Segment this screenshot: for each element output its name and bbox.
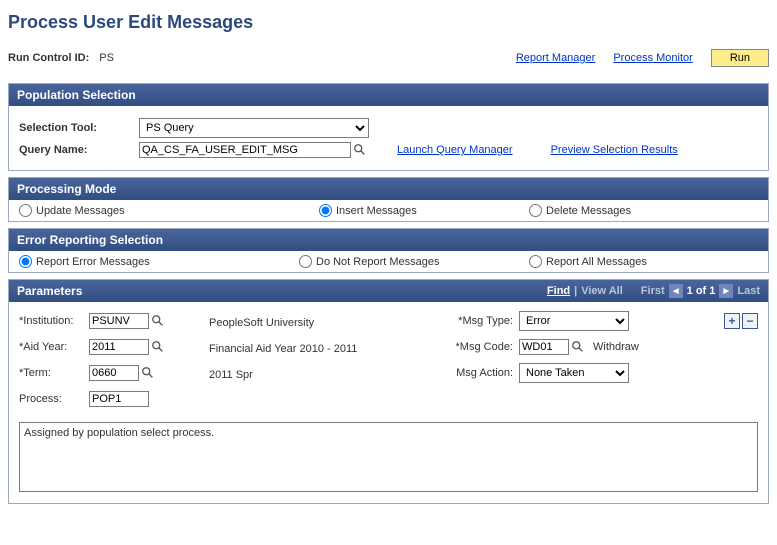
process-input[interactable]: [89, 391, 149, 407]
msg-type-label: *Msg Type:: [439, 315, 519, 327]
report-all-messages-label: Report All Messages: [546, 256, 647, 268]
msg-action-label: Msg Action:: [439, 367, 519, 379]
add-row-icon[interactable]: +: [724, 313, 740, 329]
msg-code-lookup-icon[interactable]: [571, 340, 585, 354]
institution-label: *Institution:: [19, 315, 89, 327]
msg-code-label: *Msg Code:: [439, 341, 519, 353]
institution-lookup-icon[interactable]: [151, 314, 165, 328]
run-button[interactable]: Run: [711, 49, 769, 67]
delete-messages-radio[interactable]: [529, 204, 542, 217]
msg-code-input[interactable]: [519, 339, 569, 355]
processing-mode-panel: Processing Mode Update Messages Insert M…: [8, 177, 769, 222]
delete-row-icon[interactable]: −: [742, 313, 758, 329]
report-all-messages-radio[interactable]: [529, 255, 542, 268]
selection-tool-label: Selection Tool:: [19, 122, 139, 134]
parameters-header-text: Parameters: [17, 284, 82, 298]
term-lookup-icon[interactable]: [141, 366, 155, 380]
population-selection-panel: Population Selection Selection Tool: PS …: [8, 83, 769, 171]
processing-mode-header: Processing Mode: [9, 178, 768, 200]
last-label: Last: [737, 285, 760, 297]
aid-year-desc: Financial Aid Year 2010 - 2011: [209, 343, 357, 355]
report-error-messages-radio[interactable]: [19, 255, 32, 268]
nav-separator: |: [574, 285, 577, 297]
msg-action-select[interactable]: None Taken: [519, 363, 629, 383]
view-all-link: View All: [581, 285, 623, 297]
delete-messages-label: Delete Messages: [546, 205, 631, 217]
report-error-messages-label: Report Error Messages: [36, 256, 150, 268]
insert-messages-radio[interactable]: [319, 204, 332, 217]
process-label: Process:: [19, 393, 89, 405]
find-link[interactable]: Find: [547, 285, 570, 297]
parameters-panel: Parameters Find | View All First ◄ 1 of …: [8, 279, 769, 504]
aid-year-input[interactable]: [89, 339, 149, 355]
next-row-icon[interactable]: ►: [719, 284, 733, 298]
insert-messages-label: Insert Messages: [336, 205, 417, 217]
do-not-report-messages-label: Do Not Report Messages: [316, 256, 440, 268]
msg-type-select[interactable]: Error: [519, 311, 629, 331]
first-label: First: [641, 285, 665, 297]
do-not-report-messages-radio[interactable]: [299, 255, 312, 268]
query-name-lookup-icon[interactable]: [353, 143, 367, 157]
query-name-label: Query Name:: [19, 144, 139, 156]
preview-selection-results-link[interactable]: Preview Selection Results: [551, 144, 678, 156]
page-title: Process User Edit Messages: [8, 12, 769, 33]
aid-year-label: *Aid Year:: [19, 341, 89, 353]
run-control-row: Run Control ID: PS Report Manager Proces…: [8, 49, 769, 67]
error-reporting-header: Error Reporting Selection: [9, 229, 768, 251]
aid-year-lookup-icon[interactable]: [151, 340, 165, 354]
run-control-label: Run Control ID:: [8, 52, 89, 64]
selection-tool-select[interactable]: PS Query: [139, 118, 369, 138]
update-messages-radio[interactable]: [19, 204, 32, 217]
query-name-input[interactable]: [139, 142, 351, 158]
process-monitor-link[interactable]: Process Monitor: [613, 52, 692, 64]
parameters-header: Parameters Find | View All First ◄ 1 of …: [9, 280, 768, 302]
update-messages-label: Update Messages: [36, 205, 125, 217]
msg-code-desc: Withdraw: [593, 341, 639, 353]
report-manager-link[interactable]: Report Manager: [516, 52, 596, 64]
message-text-area[interactable]: [19, 422, 758, 492]
row-counter: 1 of 1: [687, 285, 716, 297]
institution-input[interactable]: [89, 313, 149, 329]
institution-desc: PeopleSoft University: [209, 317, 314, 329]
term-label: *Term:: [19, 367, 89, 379]
prev-row-icon[interactable]: ◄: [669, 284, 683, 298]
population-selection-header: Population Selection: [9, 84, 768, 106]
run-control-value: PS: [99, 52, 114, 64]
error-reporting-panel: Error Reporting Selection Report Error M…: [8, 228, 769, 273]
term-desc: 2011 Spr: [209, 369, 253, 381]
term-input[interactable]: [89, 365, 139, 381]
launch-query-manager-link[interactable]: Launch Query Manager: [397, 144, 513, 156]
